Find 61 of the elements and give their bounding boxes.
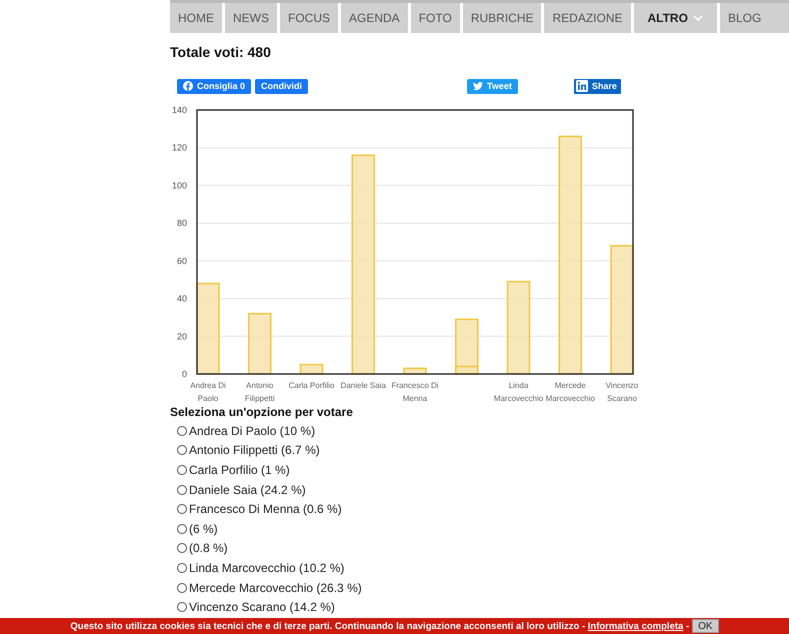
category-label: Daniele Saia bbox=[340, 381, 386, 390]
category-label: Linda Marcovecchio bbox=[494, 381, 544, 403]
ok-button[interactable]: OK bbox=[692, 619, 719, 633]
y-tick-label: 80 bbox=[176, 218, 187, 228]
option-label[interactable]: Andrea Di Paolo (10 %) bbox=[189, 424, 316, 438]
option-label[interactable]: (6 %) bbox=[189, 522, 218, 536]
radio-button[interactable] bbox=[177, 445, 187, 456]
radio-button[interactable] bbox=[177, 464, 187, 475]
nav-tab[interactable]: BLOG bbox=[720, 3, 770, 33]
y-tick-label: 100 bbox=[172, 180, 187, 190]
bird-icon bbox=[473, 81, 484, 91]
category-label: Mercede Marcovecchio bbox=[546, 381, 595, 403]
linkedin-icon bbox=[576, 80, 588, 92]
nav-tab[interactable]: REDAZIONE bbox=[544, 3, 634, 33]
bar bbox=[248, 312, 272, 375]
nav-tab[interactable]: ALTRO bbox=[634, 3, 720, 33]
radio-button[interactable] bbox=[177, 602, 187, 612]
y-tick-label: 140 bbox=[172, 105, 187, 115]
policy-link[interactable]: Informativa completa bbox=[588, 620, 684, 632]
category-label: Antonio Filippetti bbox=[244, 381, 275, 403]
radio-button[interactable] bbox=[177, 504, 187, 514]
category-label: Carla Porfilio bbox=[288, 381, 334, 390]
linkedin-share-button[interactable]: Share bbox=[574, 78, 621, 94]
y-tick-label: 0 bbox=[182, 369, 187, 379]
y-tick-label: 40 bbox=[176, 294, 187, 304]
option-label[interactable]: Mercede Marcovecchio (26.3 %) bbox=[189, 580, 362, 595]
like-button[interactable]: Consiglia 0 bbox=[177, 78, 252, 94]
radio-button[interactable] bbox=[177, 543, 187, 554]
category-label: Francesco Di Menna bbox=[391, 381, 439, 403]
category-label: Vincenzo Scarano bbox=[606, 381, 638, 403]
radio-button[interactable] bbox=[177, 484, 187, 495]
y-tick-label: 20 bbox=[176, 331, 187, 342]
option-label[interactable]: Carla Porfilio (1 %) bbox=[189, 462, 290, 477]
category-label: Andrea Di Paolo bbox=[190, 381, 226, 403]
nav-tab[interactable]: NEWS bbox=[225, 3, 280, 33]
poll-heading: Seleziona un'opzione per votare bbox=[170, 405, 354, 419]
bar bbox=[300, 364, 324, 375]
tweet-button[interactable]: Tweet bbox=[467, 78, 518, 94]
nav-tab[interactable]: AGENDA bbox=[341, 3, 411, 33]
y-tick-label: 60 bbox=[176, 256, 187, 266]
condividi-button[interactable]: Condividi bbox=[255, 78, 308, 94]
y-tick-label: 120 bbox=[172, 142, 187, 153]
radio-button[interactable] bbox=[177, 426, 187, 436]
caret-icon bbox=[692, 15, 703, 21]
facebook-icon bbox=[183, 81, 193, 91]
option-label[interactable]: Francesco Di Menna (0.6 %) bbox=[189, 502, 342, 516]
option-label[interactable]: Vincenzo Scarano (14.2 %) bbox=[189, 600, 335, 614]
nav-tab[interactable]: RUBRICHE bbox=[462, 3, 544, 33]
radio-button[interactable] bbox=[177, 562, 187, 573]
nav-tab[interactable]: FOTO bbox=[410, 3, 463, 33]
option-label[interactable]: Antonio Filippetti (6.7 %) bbox=[189, 443, 320, 458]
option-label[interactable]: (0.8 %) bbox=[189, 541, 228, 556]
nav-tab[interactable]: FOCUS bbox=[280, 3, 341, 33]
option-label[interactable]: Linda Marcovecchio (10.2 %) bbox=[189, 560, 344, 575]
option-label[interactable]: Daniele Saia (24.2 %) bbox=[189, 482, 306, 497]
nav-tab[interactable]: HOME bbox=[170, 3, 225, 33]
cookie-notice: Questo sito utilizza cookies sia tecnici che e di terze parti. Continuando la navigazione acconsenti al loro utilizzo - Informativa completa - bbox=[70, 620, 690, 632]
bar bbox=[403, 368, 427, 375]
radio-button[interactable] bbox=[177, 582, 187, 593]
radio-button[interactable] bbox=[177, 524, 187, 534]
total-votes: Totale voti: 480 bbox=[170, 44, 272, 60]
